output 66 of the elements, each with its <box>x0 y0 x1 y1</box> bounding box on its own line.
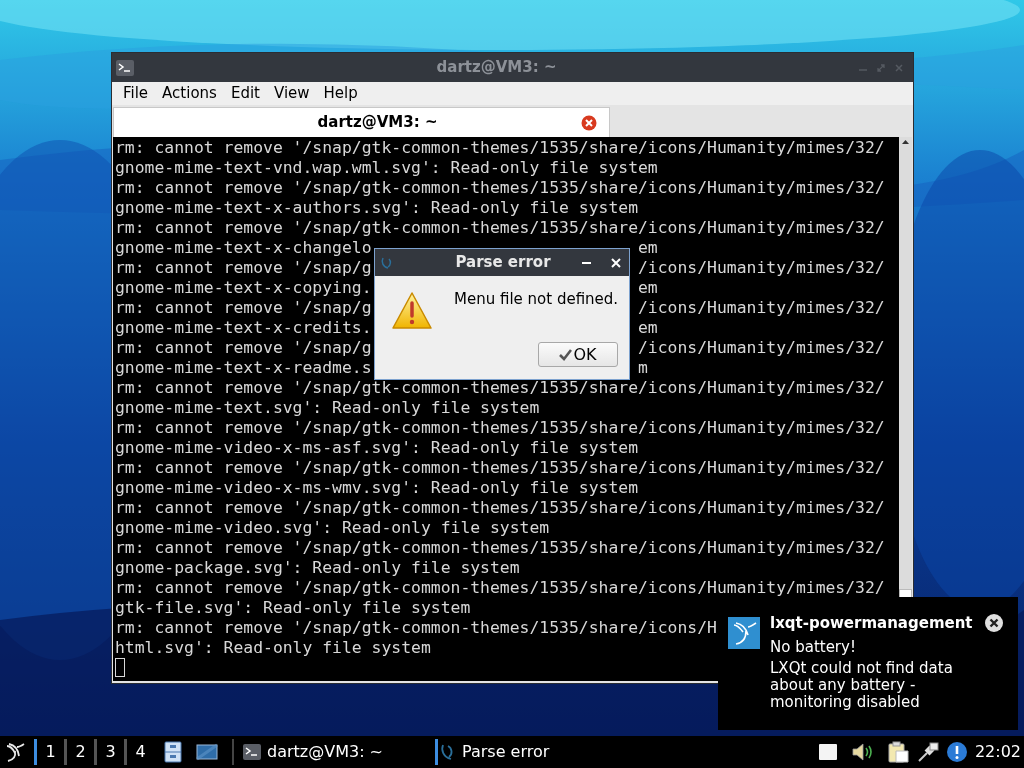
terminal-line: gnome-mime-text.svg': Read-only file system <box>115 398 540 417</box>
speaker-icon[interactable] <box>850 742 873 762</box>
terminal-line: gnome-mime-text-x-copying. <box>115 278 372 297</box>
terminal-line: html.svg': Read-only file system <box>115 638 431 657</box>
terminal-line: gnome-mime-text-x-authors.svg': Read-only file system <box>115 198 638 217</box>
window-title: dartz@VM3: ~ <box>436 57 557 79</box>
clipboard-icon[interactable] <box>886 741 909 763</box>
terminal-line: rm: cannot remove '/snap/gtk-common-themes/1535/share/icons/Humanity/mimes/32/ <box>115 378 885 397</box>
terminal-line: m <box>638 358 648 377</box>
terminal-line: rm: cannot remove '/snap/gtk-common-themes/1535/share/icons/Humanity/mimes/32/ <box>115 458 885 477</box>
task-button[interactable]: Parse error <box>435 739 585 765</box>
check-icon <box>559 348 573 361</box>
menu-item[interactable]: Edit <box>223 82 267 105</box>
terminal-line: rm: cannot remove '/snap/g <box>115 298 372 317</box>
clock[interactable]: 22:02 <box>974 740 1021 764</box>
terminal-line: rm: cannot remove '/snap/gtk-common-themes/1535/share/icons/Humanity/mimes/32/ <box>115 498 885 517</box>
network-plug-icon[interactable] <box>916 741 939 763</box>
menu-item[interactable]: File <box>116 82 156 105</box>
desktop-button[interactable]: 2 <box>64 739 94 765</box>
terminal-line: rm: cannot remove '/snap/gtk-common-themes/1535/share/icons/Humanity/mimes/32/ <box>115 578 885 597</box>
notification-summary: No battery! <box>770 637 856 658</box>
terminal-line: em <box>638 238 658 257</box>
terminal-line: gnome-mime-video-x-ms-asf.svg': Read-only file system <box>115 438 638 457</box>
dialog-title: Parse error <box>455 252 551 274</box>
terminal-line: rm: cannot remove '/snap/gtk-common-themes/1535/share/icons/H <box>115 618 717 637</box>
desktop-button[interactable]: 1 <box>34 739 64 765</box>
drive-icon[interactable] <box>817 743 838 761</box>
terminal-line: gnome-mime-video.svg': Read-only file system <box>115 518 550 537</box>
terminal-line: rm: cannot remove '/snap/gtk-common-themes/1535/share/icons/Humanity/mimes/32/ <box>115 178 885 197</box>
text-cursor <box>115 658 125 677</box>
terminal-line: gtk-file.svg': Read-only file system <box>115 598 471 617</box>
task-button[interactable]: dartz@VM3: ~ <box>238 739 435 765</box>
terminal-line: rm: cannot remove '/snap/gtk-common-themes/1535/share/icons/Humanity/mimes/32/ <box>115 218 885 237</box>
terminal-line: rm: cannot remove '/snap/gtk-common-themes/1535/share/icons/Humanity/mimes/32/ <box>115 538 885 557</box>
terminal-line: gnome-mime-video-x-ms-wmv.svg': Read-only file system <box>115 478 638 497</box>
notification-body: LXQt could not find data about any battery - monitoring disabled <box>770 660 954 711</box>
terminal-line: /icons/Humanity/mimes/32/ <box>638 338 885 357</box>
close-icon[interactable] <box>985 614 1003 632</box>
warning-icon <box>391 290 433 332</box>
terminal-icon <box>243 744 261 760</box>
terminal-line: gnome-mime-text-x-readme.s <box>115 358 372 377</box>
info-icon[interactable] <box>946 742 967 762</box>
terminal-line: gnome-mime-text-x-credits. <box>115 318 372 337</box>
terminal-line: rm: cannot remove '/snap/gtk-common-themes/1535/share/icons/Humanity/mimes/32/ <box>115 418 885 437</box>
dialog-message: Menu file not defined. <box>454 289 619 310</box>
terminal-line: /icons/Humanity/mimes/32/ <box>638 298 885 317</box>
ok-button[interactable]: OK <box>538 342 618 367</box>
terminal-icon <box>116 59 134 76</box>
desktop-button[interactable]: 3 <box>94 739 124 765</box>
file-cabinet-icon[interactable] <box>164 741 182 763</box>
desktop-button[interactable]: 4 <box>124 739 154 765</box>
terminal-line: gnome-package.svg': Read-only file system <box>115 558 520 577</box>
terminal-line: gnome-mime-text-vnd.wap.wml.svg': Read-only file system <box>115 158 658 177</box>
terminal-line: em <box>638 318 658 337</box>
terminal-line: rm: cannot remove '/snap/g <box>115 338 372 357</box>
desktop-icon[interactable] <box>196 743 218 761</box>
terminal-line: rm: cannot remove '/snap/g <box>115 258 372 277</box>
menu-item[interactable]: View <box>266 82 317 105</box>
terminal-line: em <box>638 278 658 297</box>
menu-item[interactable]: Help <box>316 82 365 105</box>
terminal-line: rm: cannot remove '/snap/gtk-common-themes/1535/share/icons/Humanity/mimes/32/ <box>115 138 885 157</box>
tab[interactable]: dartz@VM3: ~ <box>113 107 610 137</box>
notification-title: lxqt-powermanagement <box>770 613 973 634</box>
menu-item[interactable]: Actions <box>155 82 224 105</box>
terminal-line: gnome-mime-text-x-changelo <box>115 238 372 257</box>
terminal-line: /icons/Humanity/mimes/32/ <box>638 258 885 277</box>
